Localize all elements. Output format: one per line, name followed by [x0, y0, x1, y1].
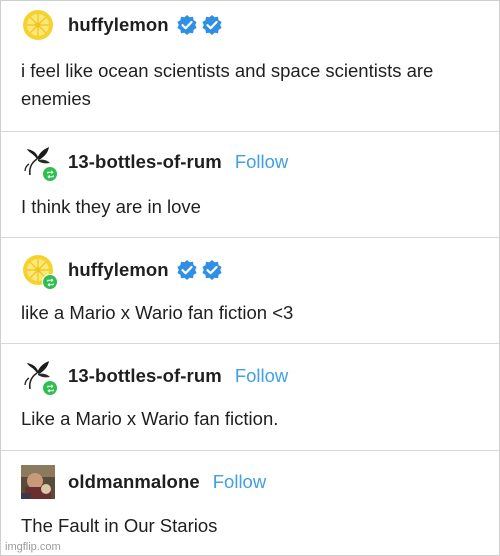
username[interactable]: 13-bottles-of-rum [68, 151, 222, 173]
post-4: 13-bottles-of-rum Follow Like a Mario x … [1, 343, 499, 451]
lemon-icon[interactable] [21, 8, 55, 42]
post-header: 13-bottles-of-rum Follow [21, 144, 288, 182]
username[interactable]: huffylemon [68, 14, 169, 36]
post-text: Like a Mario x Wario fan fiction. [21, 408, 279, 429]
verified-check-icon [202, 15, 222, 35]
username[interactable]: huffylemon [68, 259, 169, 281]
plant-icon[interactable] [21, 145, 58, 182]
post-header: huffylemon [21, 7, 223, 43]
post-1: huffylemon i feel like ocean scientists … [1, 1, 499, 132]
post-header: oldmanmalone Follow [21, 464, 266, 500]
follow-button[interactable]: Follow [235, 365, 288, 387]
reblog-icon [42, 166, 58, 182]
photo-avatar-icon[interactable] [21, 465, 55, 499]
lemon-icon[interactable] [21, 253, 58, 290]
reblog-icon [42, 380, 58, 396]
verified-badges [176, 14, 223, 36]
verified-badges [176, 259, 223, 281]
plant-icon[interactable] [21, 359, 58, 396]
post-text: I think they are in love [21, 196, 201, 217]
reblog-icon [42, 274, 58, 290]
verified-check-icon [177, 15, 197, 35]
post-2: 13-bottles-of-rum Follow I think they ar… [1, 131, 499, 238]
post-thread: huffylemon i feel like ocean scientists … [0, 0, 500, 556]
post-3: huffylemon like a Mario x Wario fan fict… [1, 237, 499, 344]
post-text: like a Mario x Wario fan fiction <3 [21, 302, 294, 323]
post-5: oldmanmalone Follow The Fault in Our Sta… [1, 450, 499, 555]
username[interactable]: 13-bottles-of-rum [68, 365, 222, 387]
post-text: i feel like ocean scientists and space s… [21, 60, 434, 109]
follow-button[interactable]: Follow [213, 471, 266, 493]
post-text: The Fault in Our Starios [21, 515, 218, 536]
username[interactable]: oldmanmalone [68, 471, 200, 493]
post-header: huffylemon [21, 252, 223, 290]
post-header: 13-bottles-of-rum Follow [21, 358, 288, 396]
verified-check-icon [177, 260, 197, 280]
follow-button[interactable]: Follow [235, 151, 288, 173]
verified-check-icon [202, 260, 222, 280]
watermark: imgflip.com [5, 541, 61, 553]
